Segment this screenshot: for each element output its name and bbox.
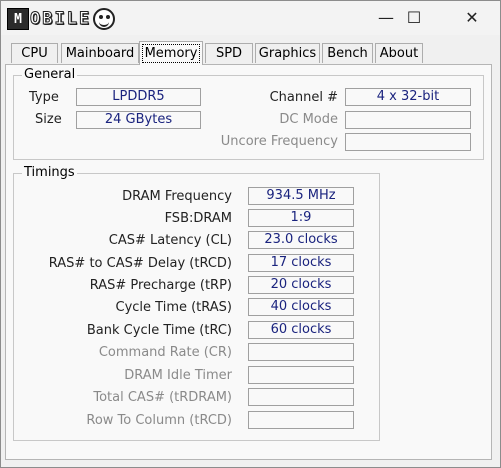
row-to-column-label: Row To Column (tRCD) — [86, 413, 232, 428]
smiley-icon — [93, 8, 116, 30]
logo-text: OBILE — [29, 9, 92, 30]
app-logo: M OBILE — [7, 7, 116, 31]
command-rate-label: Command Rate (CR) — [98, 345, 232, 360]
size-value: 24 GBytes — [76, 111, 201, 129]
dcmode-value — [345, 111, 471, 129]
tab-mainboard[interactable]: Mainboard — [61, 43, 139, 63]
main-window: M OBILE — ☐ ✕ CPU Mainboard Memory SPD G… — [0, 0, 501, 468]
logo-letter: M — [7, 8, 29, 30]
total-cas-value — [248, 388, 354, 406]
dram-idle-timer-value — [248, 366, 354, 384]
tab-memory[interactable]: Memory — [139, 41, 203, 65]
fsb-dram-label: FSB:DRAM — [164, 211, 232, 226]
tab-label: About — [379, 46, 419, 61]
tab-cpu[interactable]: CPU — [11, 43, 58, 63]
timings-title: Timings — [22, 165, 77, 181]
trp-label: RAS# Precharge (tRP) — [89, 278, 232, 293]
dram-frequency-label: DRAM Frequency — [122, 189, 232, 204]
close-button[interactable]: ✕ — [449, 1, 495, 33]
tab-label: Memory — [141, 44, 201, 63]
tras-label: Cycle Time (tRAS) — [115, 300, 233, 315]
row-to-column-value — [248, 411, 354, 429]
type-value: LPDDR5 — [76, 88, 201, 106]
tab-label: CPU — [21, 46, 48, 61]
trcd-label: RAS# to CAS# Delay (tRCD) — [48, 256, 232, 271]
fsb-dram-value: 1:9 — [248, 209, 354, 227]
dcmode-label: DC Mode — [279, 112, 338, 127]
trc-value: 60 clocks — [248, 321, 354, 339]
general-group: General Type LPDDR5 Size 24 GBytes Chann… — [13, 67, 484, 160]
tras-value: 40 clocks — [248, 298, 354, 316]
title-bar[interactable]: M OBILE — ☐ ✕ — [1, 1, 500, 35]
channel-value: 4 x 32-bit — [345, 88, 471, 106]
size-label: Size — [35, 112, 62, 127]
total-cas-label: Total CAS# (tRDRAM) — [93, 390, 232, 405]
trc-label: Bank Cycle Time (tRC) — [86, 323, 232, 338]
command-rate-value — [248, 343, 354, 361]
dram-idle-timer-label: DRAM Idle Timer — [124, 368, 232, 383]
cas-latency-label: CAS# Latency (CL) — [108, 233, 232, 248]
tab-graphics[interactable]: Graphics — [255, 43, 320, 63]
channel-label: Channel # — [269, 90, 338, 105]
type-label: Type — [29, 90, 59, 105]
dram-frequency-value: 934.5 MHz — [248, 187, 354, 205]
tab-label: Bench — [327, 46, 368, 61]
general-title: General — [22, 67, 78, 83]
uncore-value — [345, 133, 471, 151]
memory-panel: General Type LPDDR5 Size 24 GBytes Chann… — [5, 64, 492, 460]
tab-bench[interactable]: Bench — [322, 43, 373, 63]
trcd-value: 17 clocks — [248, 254, 354, 272]
tab-spd[interactable]: SPD — [205, 43, 253, 63]
tab-label: Mainboard — [65, 46, 135, 61]
tab-label: SPD — [215, 46, 243, 61]
tab-label: Graphics — [258, 46, 317, 61]
cas-latency-value: 23.0 clocks — [248, 231, 354, 249]
trp-value: 20 clocks — [248, 276, 354, 294]
tab-about[interactable]: About — [375, 43, 423, 63]
uncore-label: Uncore Frequency — [220, 134, 338, 149]
maximize-button[interactable]: ☐ — [391, 1, 437, 33]
timings-group: Timings DRAM Frequency 934.5 MHz FSB:DRA… — [13, 165, 380, 441]
